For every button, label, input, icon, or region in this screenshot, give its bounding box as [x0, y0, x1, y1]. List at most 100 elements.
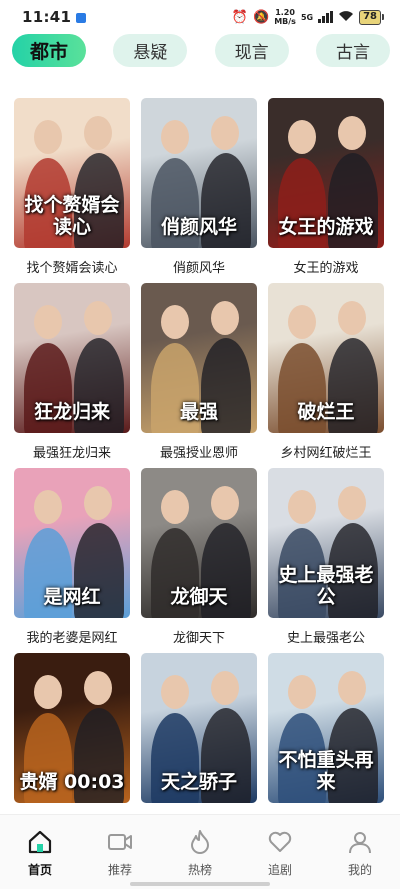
nav-home[interactable]: 首页	[0, 815, 80, 889]
nav-mine[interactable]: 我的	[320, 815, 400, 889]
drama-poster[interactable]: 不怕重头再来	[268, 653, 384, 803]
bottom-nav: 首页 推荐 热榜 追剧 我的	[0, 814, 400, 889]
poster-title: 找个赘婿会读心	[24, 194, 120, 238]
nav-recommend-label: 推荐	[107, 863, 132, 877]
drama-poster[interactable]: 女王的游戏	[268, 98, 384, 248]
poster-figure-head	[34, 675, 62, 709]
poster-title: 贵婿 00:03	[19, 771, 125, 793]
drama-poster[interactable]: 破烂王	[268, 283, 384, 433]
poster-title: 不怕重头再来	[278, 749, 374, 793]
drama-card[interactable]: 破烂王乡村网红破烂王	[268, 283, 384, 468]
drama-grid: 找个赘婿会读心 找个赘婿会读心 俏颜风华 俏颜风华 女王的游戏 女王的游戏 狂龙归来 最强狂龙…	[14, 98, 386, 838]
network-speed: 1.20 MB/s	[274, 8, 296, 26]
poster-figure-head	[288, 120, 316, 154]
drama-card[interactable]: 史上最强老公 史上最强老公	[268, 468, 384, 653]
poster-title: 是网红	[43, 586, 101, 608]
flame-icon	[191, 830, 209, 854]
drama-card[interactable]: 狂龙归来最强狂龙归来	[14, 283, 130, 468]
poster-figure-head	[211, 301, 239, 335]
heart-icon	[268, 831, 292, 852]
nav-mine-label: 我的	[347, 863, 372, 877]
drama-card[interactable]: 天之骄子天之骄子	[141, 653, 257, 838]
drama-title[interactable]: 史上最强老公	[268, 627, 384, 646]
drama-card[interactable]: 女王的游戏 女王的游戏	[268, 98, 384, 283]
poster-title: 狂龙归来	[33, 401, 110, 423]
poster-figure-head	[84, 671, 112, 705]
poster-figure-head	[211, 116, 239, 150]
nav-follow-label: 追剧	[267, 863, 292, 877]
drama-poster[interactable]: 俏颜风华	[141, 98, 257, 248]
drama-poster[interactable]: 龙御天	[141, 468, 257, 618]
poster-title: 史上最强老公	[278, 564, 374, 608]
net-speed-value: 1.20	[275, 8, 295, 17]
poster-figure-head	[84, 116, 112, 150]
wifi-icon	[338, 10, 354, 25]
poster-title: 龙御天	[170, 586, 228, 608]
drama-poster[interactable]: 天之骄子	[141, 653, 257, 803]
battery-icon: 78	[359, 9, 384, 25]
poster-figure-head	[338, 301, 366, 335]
drama-title[interactable]: 龙御天下	[141, 627, 257, 646]
network-generation: 5G	[300, 12, 314, 22]
nav-home-label: 首页	[27, 863, 52, 877]
nav-recommend[interactable]: 推荐	[80, 815, 160, 889]
mute-icon: 🔕	[253, 9, 270, 25]
drama-title[interactable]: 最强授业恩师	[141, 442, 257, 461]
drama-card[interactable]: 最强 最强授业恩师	[141, 283, 257, 468]
poster-figure-head	[211, 486, 239, 520]
poster-figure-head	[161, 305, 189, 339]
home-indicator	[130, 882, 270, 886]
alarm-icon: ⏰	[231, 9, 248, 25]
drama-title[interactable]: 找个赘婿会读心	[14, 257, 130, 276]
app-notification-icon	[76, 13, 87, 23]
status-time: 11:41	[22, 8, 72, 26]
drama-card[interactable]: 是网红我的老婆是网红	[14, 468, 130, 653]
nav-follow[interactable]: 追剧	[240, 815, 320, 889]
drama-poster[interactable]: 最强	[141, 283, 257, 433]
drama-card[interactable]: 龙御天 龙御天下	[141, 468, 257, 653]
drama-title[interactable]: 俏颜风华	[141, 257, 257, 276]
drama-title[interactable]: 女王的游戏	[268, 257, 384, 276]
poster-figure-head	[288, 305, 316, 339]
net-speed-unit: MB/s	[274, 17, 296, 26]
battery-level: 78	[359, 9, 381, 25]
poster-figure-head	[288, 490, 316, 524]
person-icon	[349, 832, 371, 854]
poster-title: 女王的游戏	[278, 216, 374, 238]
drama-card[interactable]: 俏颜风华 俏颜风华	[141, 98, 257, 283]
poster-figure-head	[288, 675, 316, 709]
drama-poster[interactable]: 狂龙归来	[14, 283, 130, 433]
poster-figure-head	[338, 486, 366, 520]
drama-poster[interactable]: 是网红	[14, 468, 130, 618]
nav-hot[interactable]: 热榜	[160, 815, 240, 889]
poster-figure-head	[34, 490, 62, 524]
poster-figure-head	[338, 671, 366, 705]
poster-figure-head	[84, 301, 112, 335]
drama-title[interactable]: 我的老婆是网红	[14, 627, 130, 646]
poster-figure-head	[161, 490, 189, 524]
poster-figure-head	[161, 675, 189, 709]
drama-card[interactable]: 贵婿 00:03贵婿	[14, 653, 130, 838]
drama-poster[interactable]: 史上最强老公	[268, 468, 384, 618]
drama-card[interactable]: 找个赘婿会读心 找个赘婿会读心	[14, 98, 130, 283]
signal-icon	[318, 11, 334, 23]
poster-figure-head	[338, 116, 366, 150]
drama-title[interactable]: 乡村网红破烂王	[268, 442, 384, 461]
poster-figure-head	[211, 671, 239, 705]
drama-poster[interactable]: 贵婿 00:03	[14, 653, 130, 803]
video-icon	[108, 834, 132, 850]
poster-title: 俏颜风华	[160, 216, 237, 238]
drama-card[interactable]: 不怕重头再来不怕重头再来	[268, 653, 384, 838]
status-bar: 11:41 ⏰ 🔕 1.20 MB/s 5G 78	[0, 0, 400, 34]
drama-title[interactable]: 最强狂龙归来	[14, 442, 130, 461]
nav-hot-label: 热榜	[187, 863, 212, 877]
tab-guyan[interactable]: 古言	[315, 34, 390, 67]
tab-dushi[interactable]: 都市	[12, 34, 86, 67]
tab-xuanyi[interactable]: 悬疑	[113, 34, 188, 67]
poster-figure-head	[34, 120, 62, 154]
poster-figure-head	[34, 305, 62, 339]
drama-poster[interactable]: 找个赘婿会读心	[14, 98, 130, 248]
poster-title: 最强	[179, 401, 218, 423]
tab-xianyan[interactable]: 现言	[214, 34, 289, 67]
home-icon	[28, 830, 52, 854]
